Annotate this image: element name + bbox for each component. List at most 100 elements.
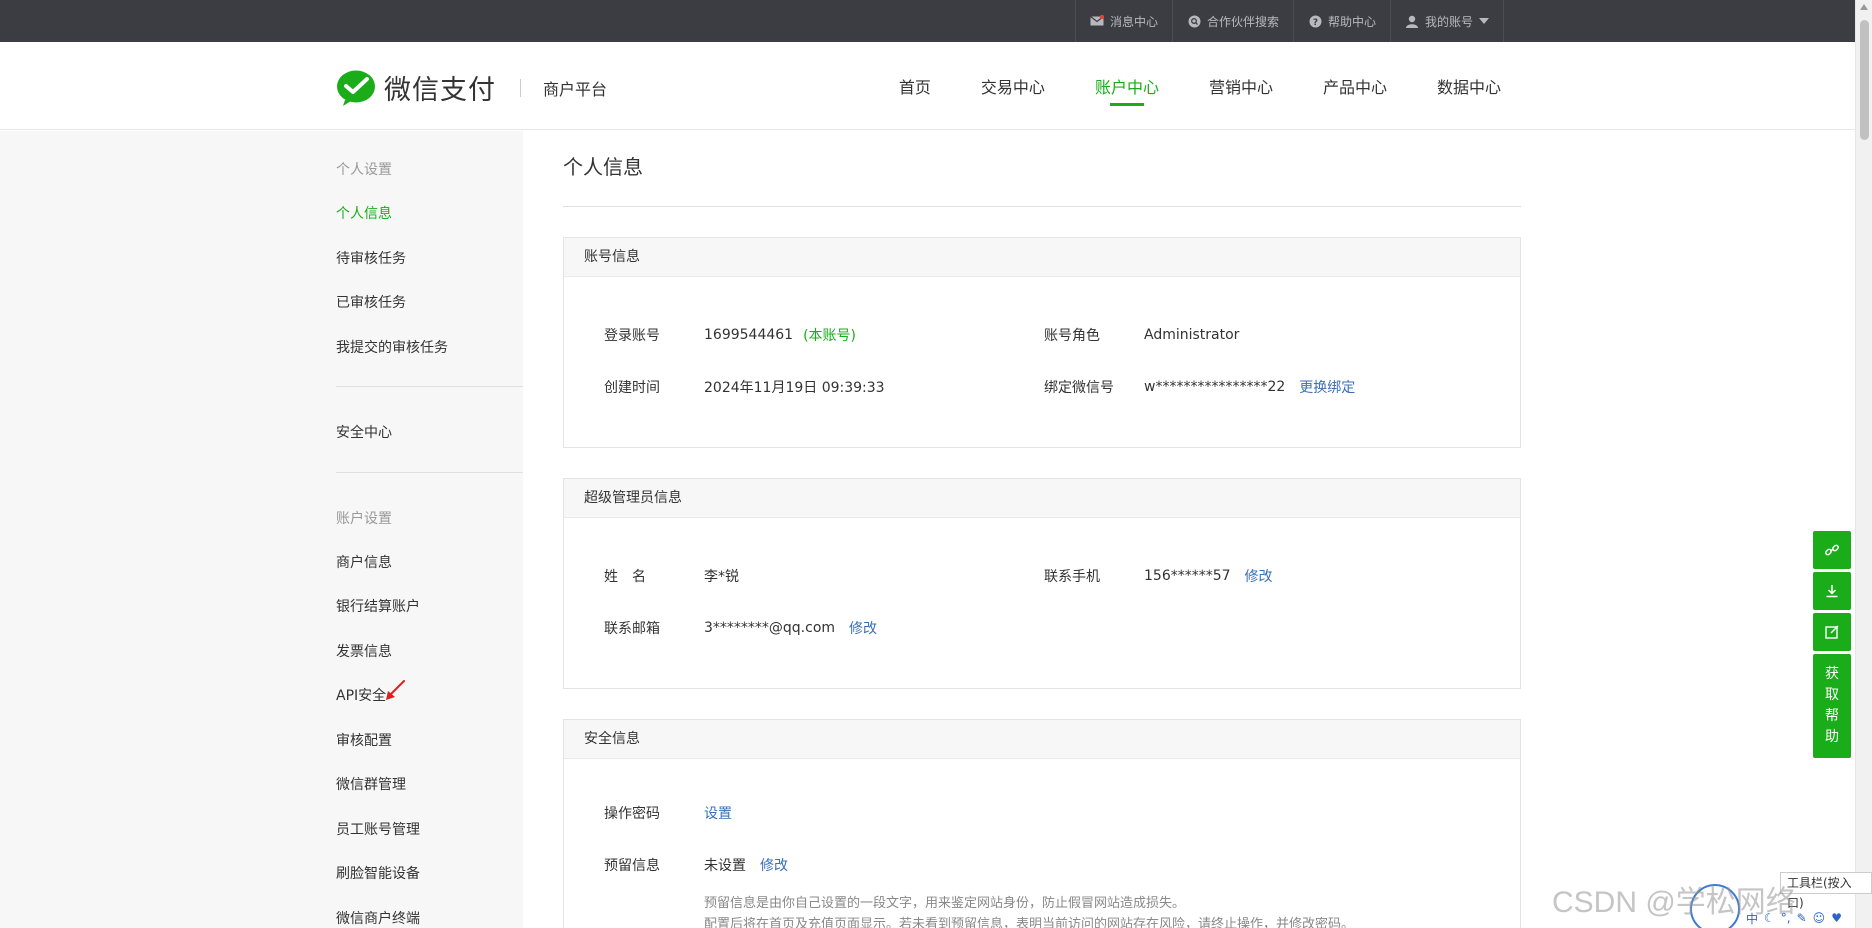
help-center-link[interactable]: ? 帮助中心: [1293, 0, 1390, 42]
partner-search-label: 合作伙伴搜索: [1207, 14, 1280, 29]
user-icon: [1405, 14, 1419, 28]
search-icon: [1187, 14, 1201, 28]
sidebar-item-personal-info[interactable]: 个人信息: [336, 192, 523, 237]
chevron-down-icon: [1479, 18, 1490, 24]
sidebar-group-account-settings: 账户设置: [336, 510, 392, 527]
red-arrow-icon: [386, 680, 405, 700]
bound-wechat-label: 绑定微信号: [1044, 380, 1114, 396]
sidebar-item-face-devices[interactable]: 刷脸智能设备: [336, 852, 523, 897]
edit-email-link[interactable]: 修改: [849, 618, 877, 638]
change-binding-link[interactable]: 更换绑定: [1299, 377, 1355, 397]
my-account-label: 我的账号: [1425, 14, 1474, 29]
op-password-label: 操作密码: [604, 806, 660, 822]
edit-reserved-info-link[interactable]: 修改: [760, 855, 788, 875]
get-help-button[interactable]: 获 取 帮 助: [1813, 654, 1851, 758]
info-row: 创建时间 2024年11月19日 09:39:33 绑定微信号 w*******…: [564, 361, 1520, 413]
admin-phone-label: 联系手机: [1044, 569, 1100, 585]
download-icon: [1826, 585, 1838, 598]
nav-product-center[interactable]: 产品中心: [1323, 42, 1387, 130]
sidebar-item-reviewed[interactable]: 已审核任务: [336, 281, 523, 326]
account-role-label: 账号角色: [1044, 328, 1100, 344]
my-account-menu[interactable]: 我的账号: [1390, 0, 1505, 42]
scrollbar-thumb[interactable]: [1860, 20, 1869, 140]
admin-name-cell: 姓 名 李*锐: [564, 566, 1004, 586]
link-button[interactable]: [1813, 531, 1851, 569]
wechat-pay-logo-icon: [337, 70, 375, 106]
account-info-body: 登录账号 1699544461 (本账号) 账号角色 Administrator…: [564, 277, 1520, 447]
admin-name-label: 姓 名: [604, 569, 646, 585]
reserved-info-note-2: 配置后将在首页及充值页面显示。若未看到预留信息，表明当前访问的网站存在风险，请终…: [704, 917, 1355, 928]
sidebar-menu: 个人设置 个人信息 待审核任务 已审核任务 我提交的审核任务 安全中心 账户设置…: [336, 131, 523, 928]
security-info-body: 操作密码 设置 预留信息 未设置 修改 预留信息是由你自己设置的一段文字，用来鉴…: [564, 759, 1520, 928]
nav-trade-center[interactable]: 交易中心: [981, 42, 1045, 130]
logo-divider: [520, 78, 521, 97]
super-admin-title: 超级管理员信息: [564, 479, 1520, 518]
download-button[interactable]: [1813, 572, 1851, 610]
nav-marketing-center[interactable]: 营销中心: [1209, 42, 1273, 130]
sidebar-item-merchant-terminal[interactable]: 微信商户终端: [336, 897, 523, 928]
help-center-label: 帮助中心: [1328, 14, 1377, 29]
sidebar-item-invoice-info[interactable]: 发票信息: [336, 630, 523, 675]
set-op-password-link[interactable]: 设置: [704, 803, 732, 823]
account-role-cell: 账号角色 Administrator: [1004, 325, 1444, 345]
sidebar-item-merchant-info[interactable]: 商户信息: [336, 541, 523, 586]
sidebar: 个人设置 个人信息 待审核任务 已审核任务 我提交的审核任务 安全中心 账户设置…: [0, 131, 523, 928]
account-info-title: 账号信息: [564, 238, 1520, 277]
reserved-info-cell: 预留信息 未设置 修改: [564, 855, 1004, 875]
this-account-tag: (本账号): [803, 328, 857, 344]
security-info-title: 安全信息: [564, 720, 1520, 759]
reserved-info-label: 预留信息: [604, 858, 660, 874]
get-help-char: 助: [1825, 729, 1839, 745]
page-scrollbar[interactable]: [1855, 0, 1872, 928]
sidebar-item-review-config[interactable]: 审核配置: [336, 719, 523, 764]
logo-text: 微信支付: [384, 75, 496, 106]
platform-label: 商户平台: [543, 79, 608, 99]
top-utility-bar: 消息中心 合作伙伴搜索 ? 帮助中心 我的账号: [0, 0, 1855, 42]
sidebar-item-wechat-group[interactable]: 微信群管理: [336, 763, 523, 808]
super-admin-body: 姓 名 李*锐 联系手机 156******57 修改 联系邮箱 3******…: [564, 518, 1520, 688]
created-time-cell: 创建时间 2024年11月19日 09:39:33: [564, 377, 1004, 397]
main-header: 微信支付 商户平台 首页 交易中心 账户中心 营销中心 产品中心 数据中心: [0, 42, 1855, 130]
admin-email-value: 3********@qq.com: [704, 620, 836, 636]
sidebar-item-staff-accounts[interactable]: 员工账号管理: [336, 808, 523, 853]
bound-wechat-value: w****************22: [1144, 379, 1286, 395]
info-row: 登录账号 1699544461 (本账号) 账号角色 Administrator: [564, 309, 1520, 361]
mail-icon: [1090, 14, 1104, 28]
admin-phone-value: 156******57: [1144, 568, 1231, 584]
reserved-info-value: 未设置: [704, 858, 746, 874]
reserved-info-notes: 预留信息是由你自己设置的一段文字，用来鉴定网站身份，防止假冒网站造成损失。 配置…: [564, 893, 1520, 928]
scroll-up-arrow-icon[interactable]: [1860, 4, 1868, 10]
sidebar-divider: [336, 471, 523, 473]
question-icon: ?: [1308, 14, 1322, 28]
messages-label: 消息中心: [1110, 14, 1159, 29]
sidebar-item-security-center[interactable]: 安全中心: [336, 411, 523, 456]
admin-email-cell: 联系邮箱 3********@qq.com 修改: [564, 618, 1004, 638]
login-account-cell: 登录账号 1699544461 (本账号): [564, 325, 1004, 345]
partner-search-link[interactable]: 合作伙伴搜索: [1172, 0, 1293, 42]
wrench-icon[interactable]: ✎: [1797, 911, 1807, 925]
sidebar-item-my-submitted-review[interactable]: 我提交的审核任务: [336, 326, 523, 371]
op-password-cell: 操作密码 设置: [564, 803, 1004, 823]
page-title: 个人信息: [563, 131, 1521, 207]
edit-icon: [1825, 625, 1839, 639]
super-admin-panel: 超级管理员信息 姓 名 李*锐 联系手机 156******57 修改 联系邮箱…: [563, 478, 1521, 689]
nav-account-center[interactable]: 账户中心: [1095, 42, 1159, 130]
sidebar-item-bank-settlement[interactable]: 银行结算账户: [336, 585, 523, 630]
edit-phone-link[interactable]: 修改: [1245, 566, 1273, 586]
wechat-pay-logo[interactable]: 微信支付 商户平台: [336, 68, 607, 107]
reserved-info-note-1: 预留信息是由你自己设置的一段文字，用来鉴定网站身份，防止假冒网站造成损失。: [704, 896, 1186, 911]
created-time-value: 2024年11月19日 09:39:33: [704, 380, 885, 396]
account-role-value: Administrator: [1144, 327, 1240, 343]
heart-icon[interactable]: ♥: [1831, 911, 1842, 925]
admin-name-value: 李*锐: [704, 569, 739, 585]
nav-home[interactable]: 首页: [899, 42, 931, 130]
edit-button[interactable]: [1813, 613, 1851, 651]
admin-phone-cell: 联系手机 156******57 修改: [1004, 566, 1444, 586]
get-help-char: 获: [1825, 666, 1839, 682]
sidebar-item-api-security[interactable]: API安全: [336, 674, 523, 719]
nav-data-center[interactable]: 数据中心: [1437, 42, 1501, 130]
messages-link[interactable]: 消息中心: [1075, 0, 1172, 42]
smile-icon[interactable]: ☺: [1813, 911, 1826, 925]
security-info-panel: 安全信息 操作密码 设置 预留信息 未设置 修改 预留信息是由你自己设置的一段文…: [563, 719, 1521, 928]
sidebar-item-pending-review[interactable]: 待审核任务: [336, 237, 523, 282]
